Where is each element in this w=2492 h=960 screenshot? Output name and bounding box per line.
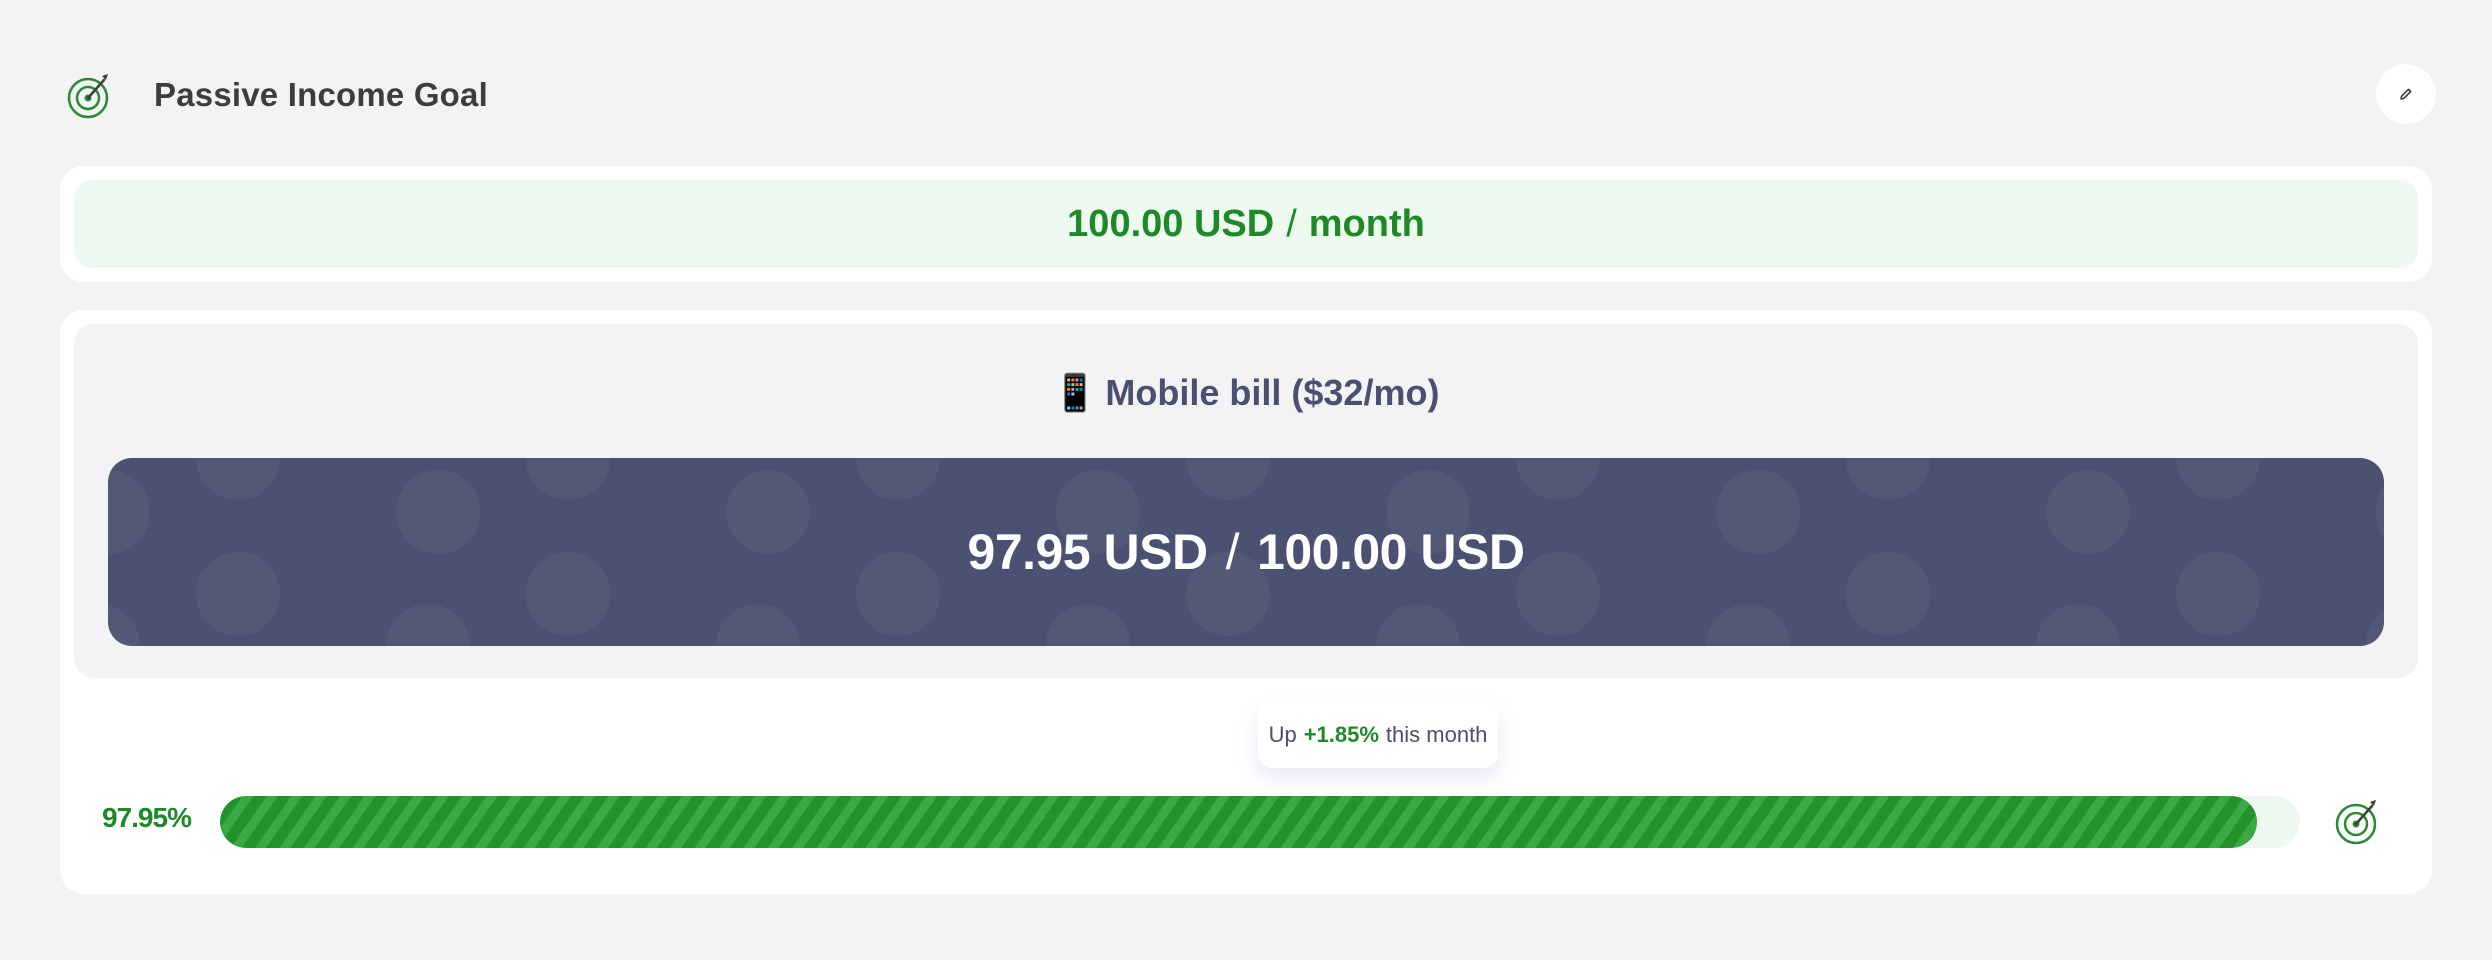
pattern-dot — [396, 470, 480, 554]
pattern-dot — [856, 552, 940, 636]
goal-separator: / — [1286, 202, 1297, 245]
trend-suffix: this month — [1385, 722, 1488, 747]
pattern-dot — [1516, 552, 1600, 636]
mobile-phone-icon: 📱 — [1052, 373, 1098, 414]
pencil-icon — [2400, 88, 2412, 100]
pattern-dot — [1706, 604, 1790, 646]
pattern-dot — [1846, 552, 1930, 636]
milestone-label: Mobile bill ($32/mo) — [1105, 372, 1440, 413]
progress-fill — [220, 796, 2258, 848]
pattern-dot — [196, 458, 280, 500]
pattern-dot — [2036, 604, 2120, 646]
trend-badge: Up +1.85% this month — [1258, 702, 1498, 768]
goal-target-icon — [2335, 800, 2377, 845]
pattern-dot — [1046, 604, 1130, 646]
pattern-dot — [1516, 458, 1600, 500]
milestone-panel: 📱 Mobile bill ($32/mo) 97.95 USD / 100.00 U… — [74, 324, 2418, 678]
target-icon — [67, 74, 109, 119]
progress-percent: 97.95% — [102, 802, 192, 833]
pattern-dot — [1186, 458, 1270, 500]
target-amount: 100.00 USD — [1257, 524, 1525, 580]
milestone-amount: 97.95 USD / 100.00 USD — [968, 523, 1525, 581]
pattern-dot — [856, 458, 940, 500]
milestone-card: 📱 Mobile bill ($32/mo) 97.95 USD / 100.00 U… — [60, 310, 2432, 894]
pattern-dot — [2376, 487, 2384, 537]
pattern-dot — [108, 605, 140, 646]
goal-value: 100.00 USD — [1067, 202, 1275, 245]
milestone-title: 📱 Mobile bill ($32/mo) — [74, 372, 2418, 414]
pattern-dot — [196, 552, 280, 636]
pattern-dot — [2176, 458, 2260, 500]
edit-button[interactable] — [2376, 64, 2436, 124]
pattern-dot — [108, 470, 150, 554]
pattern-dot — [1716, 470, 1800, 554]
pattern-dot — [2176, 552, 2260, 636]
pattern-dot — [716, 604, 800, 646]
page-title: Passive Income Goal — [154, 76, 488, 113]
goal-amount: 100.00 USD / month — [74, 180, 2418, 268]
goal-period: month — [1308, 202, 1425, 245]
trend-prefix: Up — [1268, 722, 1297, 747]
goal-card: 100.00 USD / month — [60, 166, 2432, 282]
current-amount: 97.95 USD — [967, 524, 1209, 580]
pattern-dot — [1376, 604, 1460, 646]
header: Passive Income Goal — [60, 60, 2436, 130]
pattern-dot — [1846, 458, 1930, 500]
pattern-dot — [2366, 611, 2384, 646]
pattern-dot — [526, 458, 610, 500]
pattern-dot — [386, 604, 470, 646]
milestone-amount-box: 97.95 USD / 100.00 USD — [108, 458, 2384, 646]
progress-bar — [220, 796, 2300, 848]
trend-change: +1.85% — [1303, 722, 1379, 747]
amount-separator: / — [1225, 524, 1240, 580]
pattern-dot — [526, 552, 610, 636]
pattern-dot — [726, 470, 810, 554]
pattern-dot — [2046, 470, 2130, 554]
